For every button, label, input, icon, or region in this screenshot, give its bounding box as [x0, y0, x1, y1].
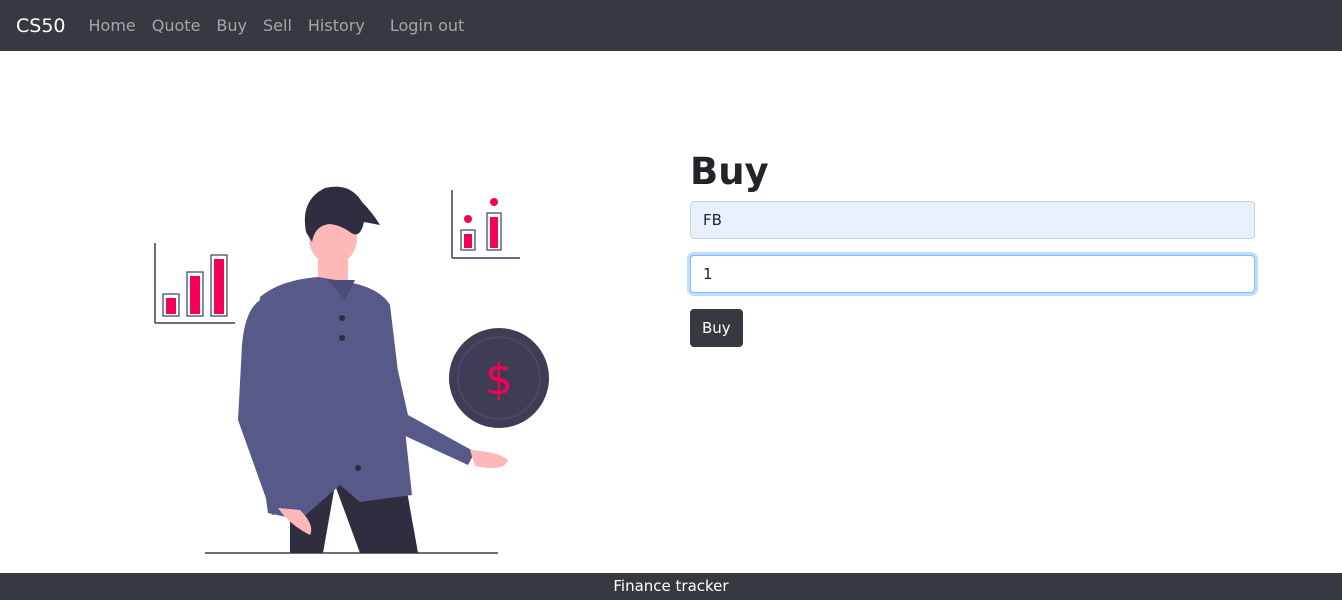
nav-buy-link[interactable]: Buy	[216, 16, 247, 35]
bar-chart-icon-right	[451, 190, 520, 259]
footer-text: Finance tracker	[613, 577, 729, 595]
symbol-input[interactable]	[690, 201, 1255, 239]
shares-input[interactable]	[690, 255, 1255, 293]
bar-chart-icon-left	[154, 243, 235, 324]
page-title: Buy	[690, 150, 769, 193]
footer: Finance tracker	[0, 573, 1342, 600]
nav-quote-link[interactable]: Quote	[152, 16, 201, 35]
coin-dollar-symbol: $	[485, 354, 513, 405]
buy-button[interactable]: Buy	[690, 309, 743, 347]
nav-home-link[interactable]: Home	[89, 16, 136, 35]
dollar-coin-icon: $	[449, 328, 549, 428]
nav-history-link[interactable]: History	[308, 16, 365, 35]
brand-link[interactable]: CS50	[16, 15, 66, 37]
nav-sell-link[interactable]: Sell	[263, 16, 292, 35]
navbar: CS50 Home Quote Buy Sell History Login o…	[0, 0, 1342, 51]
buy-form: Buy Buy	[690, 148, 1255, 347]
finance-illustration: $	[154, 186, 549, 554]
nav-logout-link[interactable]: Login out	[390, 16, 464, 35]
